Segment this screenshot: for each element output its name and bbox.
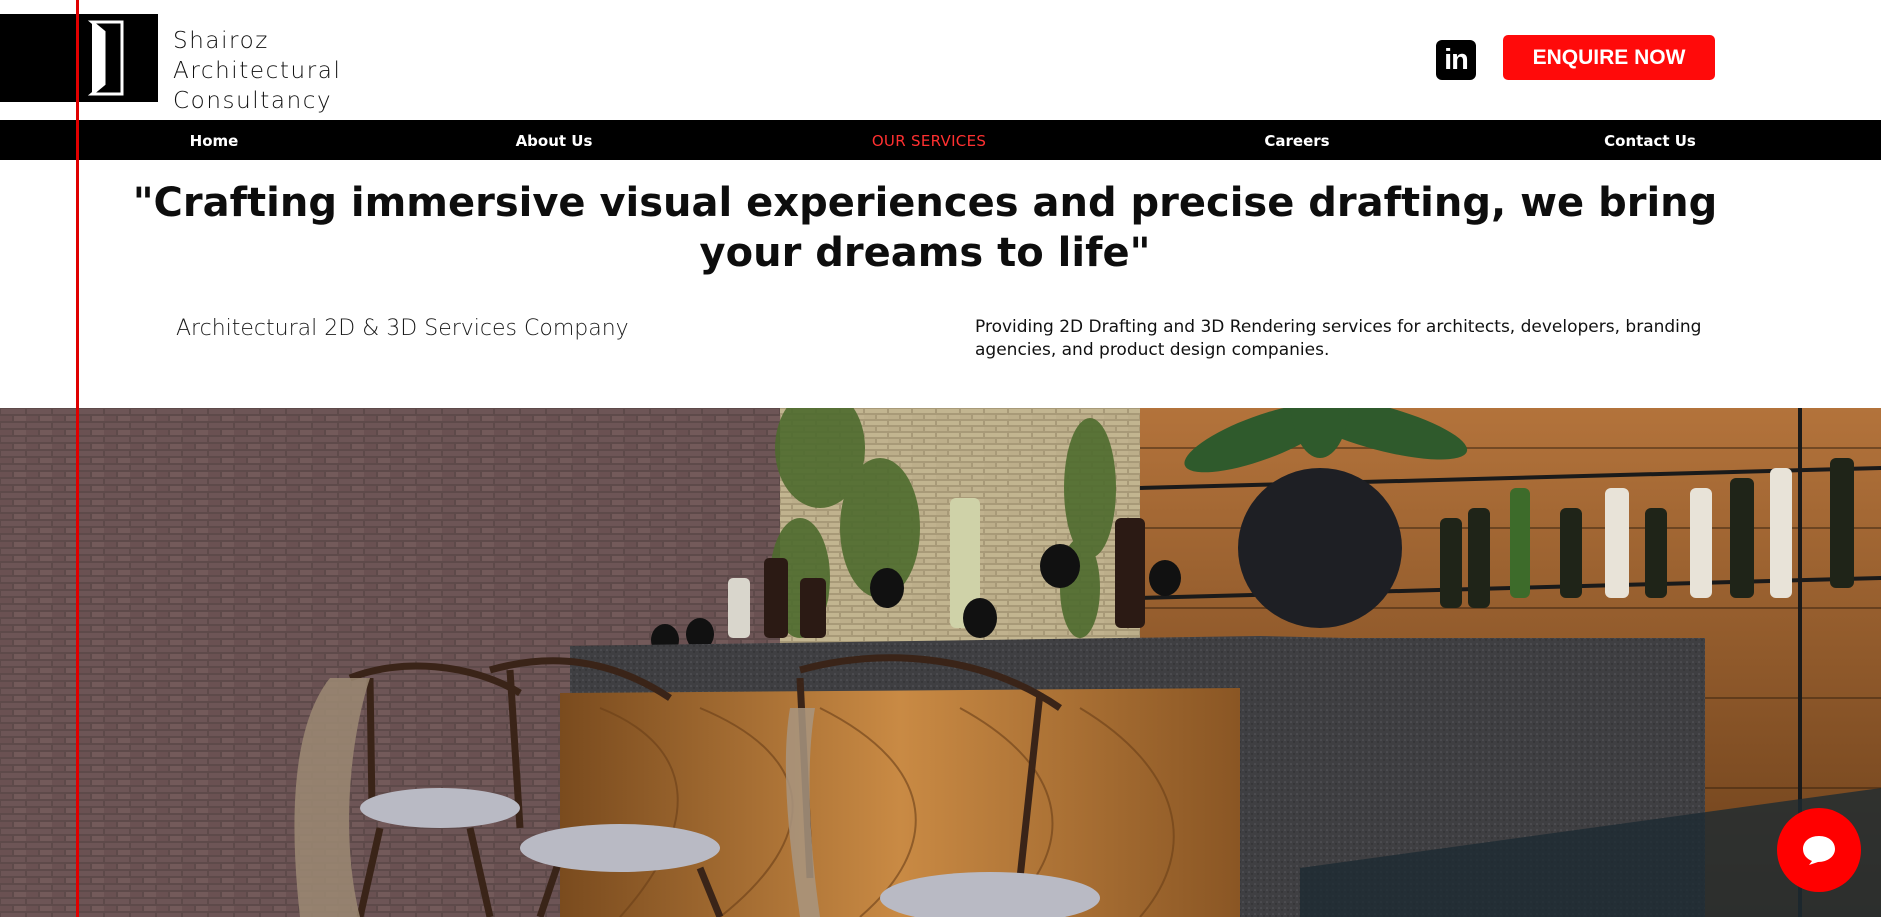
chat-bubble-icon — [1803, 836, 1835, 865]
nav-item-about-us[interactable]: About Us — [516, 120, 593, 160]
company-subtitle: Architectural 2D & 3D Services Company — [176, 316, 629, 341]
page-headline: "Crafting immersive visual experiences a… — [132, 180, 1718, 276]
chat-button[interactable] — [1777, 808, 1861, 892]
render-scene-bar-interior — [0, 408, 1881, 917]
brand-name-line: Architectural — [173, 58, 342, 84]
brand-name-line: Consultancy — [173, 88, 333, 114]
site-header: Shairoz Architectural Consultancy in ENQ… — [0, 0, 1881, 120]
vertical-guide-line — [76, 0, 79, 917]
nav-item-our-services[interactable]: OUR SERVICES — [872, 120, 986, 160]
nav-item-contact-us[interactable]: Contact Us — [1604, 120, 1696, 160]
nav-item-home[interactable]: Home — [190, 120, 239, 160]
brand-name: Shairoz Architectural Consultancy — [173, 26, 341, 116]
brand-logo[interactable]: Shairoz Architectural Consultancy — [0, 14, 340, 114]
hero-render-image — [0, 408, 1881, 917]
logo-door-icon — [0, 14, 158, 102]
nav-item-careers[interactable]: Careers — [1264, 120, 1329, 160]
services-description: Providing 2D Drafting and 3D Rendering s… — [975, 317, 1702, 360]
main-nav: Home About Us OUR SERVICES Careers Conta… — [0, 120, 1881, 160]
brand-name-line: Shairoz — [173, 28, 269, 54]
enquire-now-button[interactable]: ENQUIRE NOW — [1503, 35, 1715, 80]
linkedin-icon[interactable]: in — [1436, 40, 1476, 80]
